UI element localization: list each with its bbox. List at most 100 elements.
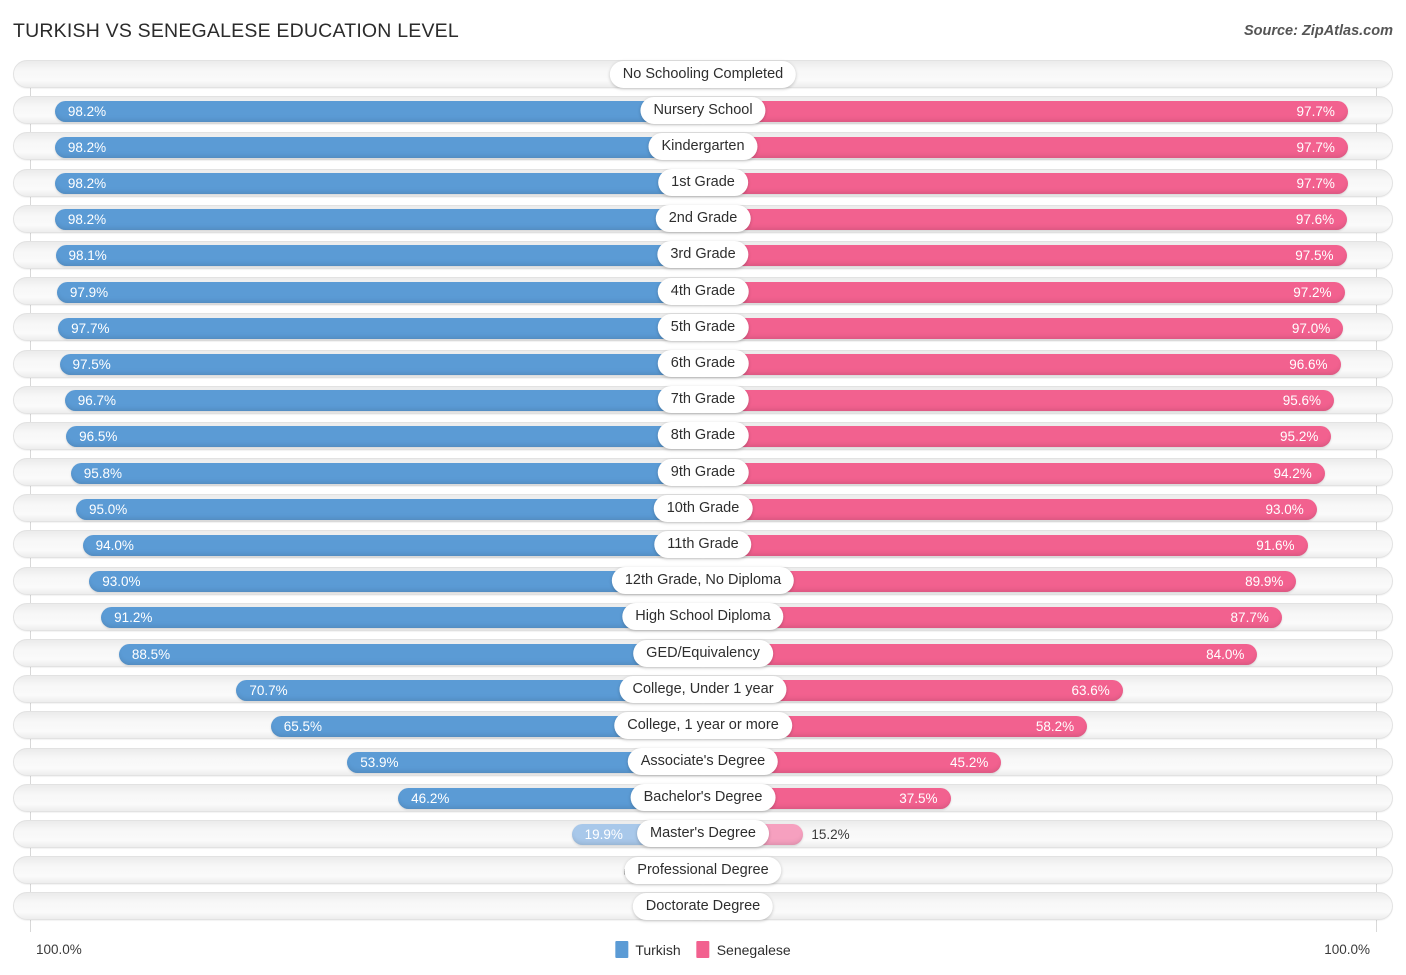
value-label-turkish: 96.5%	[79, 429, 118, 445]
bar-turkish[interactable]	[101, 607, 703, 629]
value-label-senegalese: 97.2%	[1293, 284, 1332, 300]
bar-row: 46.2% 37.5% Bachelor's Degree	[0, 780, 1406, 816]
bar-turkish[interactable]	[54, 136, 703, 158]
value-label-senegalese: 89.9%	[1245, 574, 1284, 590]
bar-turkish[interactable]	[70, 462, 703, 484]
bar-row: 98.2% 97.7% Kindergarten	[0, 128, 1406, 164]
category-label: 4th Grade	[657, 277, 749, 305]
chart-legend: Turkish Senegalese	[615, 941, 791, 958]
bar-senegalese[interactable]	[703, 245, 1347, 267]
category-label: 9th Grade	[657, 458, 749, 486]
bar-row: 96.5% 95.2% 8th Grade	[0, 418, 1406, 454]
category-label: No Schooling Completed	[609, 60, 797, 88]
bar-senegalese[interactable]	[703, 643, 1258, 665]
legend-label: Senegalese	[716, 941, 791, 958]
category-label: 7th Grade	[657, 386, 749, 414]
bar-turkish[interactable]	[54, 209, 703, 231]
value-label-senegalese: 94.2%	[1273, 465, 1312, 481]
bar-senegalese[interactable]	[703, 534, 1308, 556]
value-label-senegalese: 96.6%	[1289, 357, 1328, 372]
bar-turkish[interactable]	[56, 281, 703, 303]
value-label-senegalese: 95.2%	[1280, 429, 1319, 445]
value-label-senegalese: 37.5%	[899, 791, 938, 807]
value-label-turkish: 95.0%	[89, 501, 128, 517]
category-label: 1st Grade	[658, 169, 748, 197]
chart-header: TURKISH VS SENEGALESE EDUCATION LEVEL So…	[0, 0, 1406, 56]
value-label-senegalese: 97.0%	[1291, 320, 1331, 336]
bar-row: 97.9% 97.2% 4th Grade	[0, 273, 1406, 309]
bar-row: 98.2% 97.6% 2nd Grade	[0, 201, 1406, 237]
value-label-senegalese: 91.6%	[1256, 537, 1295, 553]
category-label: High School Diploma	[622, 603, 784, 631]
value-label-turkish: 93.0%	[102, 574, 141, 590]
bar-senegalese[interactable]	[703, 173, 1348, 195]
category-label: 12th Grade, No Diploma	[611, 567, 795, 595]
bar-senegalese[interactable]	[703, 390, 1334, 412]
bar-senegalese[interactable]	[703, 281, 1345, 303]
bar-senegalese[interactable]	[703, 498, 1317, 520]
value-label-senegalese: 97.6%	[1295, 212, 1335, 228]
category-label: 10th Grade	[653, 494, 753, 522]
bar-turkish[interactable]	[64, 390, 703, 412]
value-label-senegalese: 63.6%	[1071, 682, 1110, 698]
bar-senegalese[interactable]	[703, 607, 1282, 629]
bar-row: 53.9% 45.2% Associate's Degree	[0, 744, 1406, 780]
bar-turkish[interactable]	[118, 643, 703, 665]
bar-turkish[interactable]	[55, 245, 703, 267]
bar-row: 91.2% 87.7% High School Diploma	[0, 599, 1406, 635]
bar-row: 93.0% 89.9% 12th Grade, No Diploma	[0, 563, 1406, 599]
value-label-senegalese: 97.7%	[1296, 103, 1335, 119]
bar-row: 97.5% 96.6% 6th Grade	[0, 346, 1406, 382]
bar-senegalese[interactable]	[703, 462, 1325, 484]
value-label-turkish: 97.5%	[72, 357, 111, 372]
value-label-turkish: 98.2%	[67, 212, 107, 228]
bar-turkish[interactable]	[82, 534, 703, 556]
value-label-turkish: 96.7%	[77, 393, 117, 409]
bar-row: 70.7% 63.6% College, Under 1 year	[0, 671, 1406, 707]
category-label: Nursery School	[640, 96, 766, 124]
category-label: 8th Grade	[657, 422, 749, 450]
bar-turkish[interactable]	[58, 317, 703, 339]
bar-row: 65.5% 58.2% College, 1 year or more	[0, 707, 1406, 743]
bar-turkish[interactable]	[54, 173, 703, 195]
category-label: Doctorate Degree	[632, 892, 774, 920]
value-label-turkish: 65.5%	[283, 718, 322, 734]
value-label-senegalese: 58.2%	[1035, 718, 1075, 734]
value-label-senegalese: 97.7%	[1296, 176, 1335, 192]
category-label: Professional Degree	[624, 856, 782, 884]
value-label-turkish: 97.7%	[71, 320, 110, 336]
bar-senegalese[interactable]	[703, 354, 1341, 375]
legend-item[interactable]: Senegalese	[696, 941, 791, 958]
value-label-turkish: 98.1%	[68, 248, 107, 264]
bar-senegalese[interactable]	[703, 426, 1332, 448]
bar-row: 19.9% 15.2% Master's Degree	[0, 816, 1406, 852]
bar-senegalese[interactable]	[703, 317, 1344, 339]
value-label-turkish: 70.7%	[249, 682, 288, 698]
source-attribution: Source: ZipAtlas.com	[1243, 23, 1393, 39]
bar-row: 98.2% 97.7% Nursery School	[0, 92, 1406, 128]
category-label: 3rd Grade	[657, 241, 749, 269]
category-label: 11th Grade	[654, 530, 752, 558]
bar-turkish[interactable]	[54, 100, 703, 122]
chart-plot-area: 1.8%2.3%No Schooling Completed 98.2% 97.7%…	[0, 56, 1406, 938]
bar-row: 95.0% 93.0% 10th Grade	[0, 490, 1406, 526]
bar-row: 96.7% 95.6% 7th Grade	[0, 382, 1406, 418]
bar-senegalese[interactable]	[703, 136, 1348, 158]
value-label-senegalese: 84.0%	[1206, 646, 1245, 662]
bar-turkish[interactable]	[76, 498, 703, 520]
legend-item[interactable]: Turkish	[615, 941, 681, 958]
value-label-turkish: 88.5%	[131, 646, 171, 662]
bar-row: 1.8%2.3%No Schooling Completed	[0, 56, 1406, 92]
legend-label: Turkish	[635, 941, 681, 958]
bar-senegalese[interactable]	[703, 100, 1348, 122]
bar-turkish[interactable]	[59, 354, 703, 375]
category-label: College, 1 year or more	[614, 711, 792, 739]
bar-senegalese[interactable]	[703, 209, 1348, 231]
bar-row: 6.2%4.6%Professional Degree	[0, 852, 1406, 888]
category-label: 2nd Grade	[655, 205, 751, 233]
axis-label-right: 100.0%	[1324, 942, 1370, 957]
value-label-turkish: 97.9%	[69, 284, 109, 300]
bar-turkish[interactable]	[66, 426, 703, 448]
value-label-senegalese: 97.5%	[1295, 248, 1334, 264]
bar-row: 95.8% 94.2% 9th Grade	[0, 454, 1406, 490]
